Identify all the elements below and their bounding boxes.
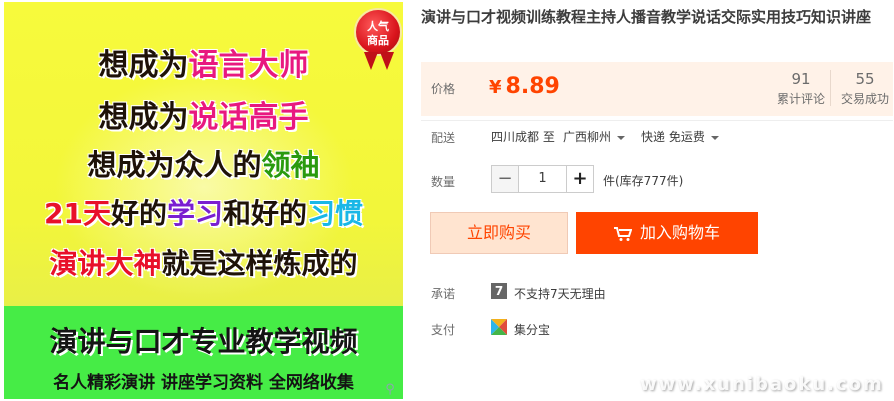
price-box: 价格 ¥8.89 91 累计评论 55 交易成功 xyxy=(421,62,893,116)
chevron-down-icon xyxy=(710,135,719,140)
image-line-5-segment-2: 就是这样炼成的 xyxy=(161,247,358,280)
image-line-4: 21天好的学习和好的习惯 xyxy=(4,192,403,232)
zoom-icon[interactable]: ⚲ xyxy=(382,382,398,398)
image-bottom-band: 演讲与口才专业教学视频 名人精彩演讲 讲座学习资料 全网络收集 xyxy=(4,306,403,399)
image-line-2: 想成为说话高手 xyxy=(4,92,403,136)
image-line-3-segment-2: 领袖 xyxy=(261,148,320,182)
image-line-4-segment-2: 好的 xyxy=(110,197,167,230)
image-line-3: 想成为众人的领袖 xyxy=(4,142,403,184)
image-line-1-segment-1: 想成为 xyxy=(98,48,189,83)
quantity-label: 数量 xyxy=(431,175,456,189)
divider xyxy=(421,120,893,121)
buy-now-button[interactable]: 立即购买 xyxy=(430,212,568,254)
seven-day-icon: 7 xyxy=(491,283,507,299)
jifenbao-icon xyxy=(491,319,507,335)
add-to-cart-label: 加入购物车 xyxy=(639,223,720,242)
quantity-stepper: − 1 + xyxy=(491,165,594,193)
badge-ribbon-left xyxy=(364,52,378,70)
image-line-4-segment-3: 学习 xyxy=(166,197,223,230)
shipping-destination: 广西柳州 xyxy=(563,130,612,144)
currency-symbol: ¥ xyxy=(489,77,502,98)
product-image[interactable]: 想成为语言大师 想成为说话高手 想成为众人的领袖 21天好的学习和好的习惯 演讲… xyxy=(4,2,403,399)
increase-button[interactable]: + xyxy=(566,165,594,193)
watermark: www.xunibaoku.com xyxy=(640,374,884,395)
image-line-3-segment-1: 想成为众人的 xyxy=(87,148,262,182)
sales-count-caption: 交易成功 xyxy=(840,92,889,106)
image-line-5-segment-1: 演讲大神 xyxy=(49,247,162,280)
payment-text[interactable]: 集分宝 xyxy=(514,321,550,338)
shipping-destination-select[interactable]: 广西柳州 xyxy=(563,128,626,145)
review-count-caption: 累计评论 xyxy=(776,92,825,106)
review-count: 91 xyxy=(791,70,811,88)
sales-count: 55 xyxy=(855,70,875,88)
stock-text: 件(库存777件) xyxy=(603,174,684,188)
image-line-1-segment-2: 语言大师 xyxy=(188,48,309,83)
product-title: 演讲与口才视频训练教程主持人播音教学说话交际实用技巧知识讲座 xyxy=(421,8,872,26)
cart-icon xyxy=(613,226,632,241)
image-line-5: 演讲大神就是这样炼成的 xyxy=(4,242,403,282)
stat-divider xyxy=(830,70,831,106)
image-band-subtitle: 名人精彩演讲 讲座学习资料 全网络收集 xyxy=(53,373,354,393)
add-to-cart-button[interactable]: 加入购物车 xyxy=(576,212,758,254)
shipping-method-select[interactable]: 快递 免运费 xyxy=(641,128,719,145)
price-label: 价格 xyxy=(431,82,456,96)
image-line-1: 想成为语言大师 xyxy=(4,40,403,84)
image-line-4-segment-5: 习惯 xyxy=(307,197,364,230)
shipping-label: 配送 xyxy=(431,131,456,145)
badge-line-1: 人气 xyxy=(367,20,389,33)
image-band-title: 演讲与口才专业教学视频 xyxy=(49,325,358,358)
badge-ribbon-right xyxy=(380,52,394,70)
image-line-2-segment-1: 想成为 xyxy=(98,100,189,135)
payment-label: 支付 xyxy=(431,323,456,337)
shipping-from: 四川成都 至 xyxy=(491,130,555,144)
image-line-2-segment-2: 说话高手 xyxy=(188,100,309,135)
chevron-down-icon xyxy=(617,135,626,140)
image-line-4-segment-1: 21天 xyxy=(43,197,111,230)
badge-line-2: 商品 xyxy=(367,34,389,47)
shipping-method: 快递 免运费 xyxy=(641,130,705,144)
price-value: ¥8.89 xyxy=(489,74,560,99)
price-amount: 8.89 xyxy=(505,74,560,99)
popular-badge: 人气 商品 xyxy=(354,8,402,56)
decrease-button[interactable]: − xyxy=(491,165,519,193)
image-line-4-segment-4: 和好的 xyxy=(222,197,307,230)
promise-label: 承诺 xyxy=(431,287,456,301)
promise-text[interactable]: 不支持7天无理由 xyxy=(514,285,606,302)
review-count-stat[interactable]: 91 累计评论 xyxy=(773,70,829,107)
sales-count-stat: 55 交易成功 xyxy=(837,70,893,107)
quantity-input[interactable]: 1 xyxy=(519,165,566,193)
